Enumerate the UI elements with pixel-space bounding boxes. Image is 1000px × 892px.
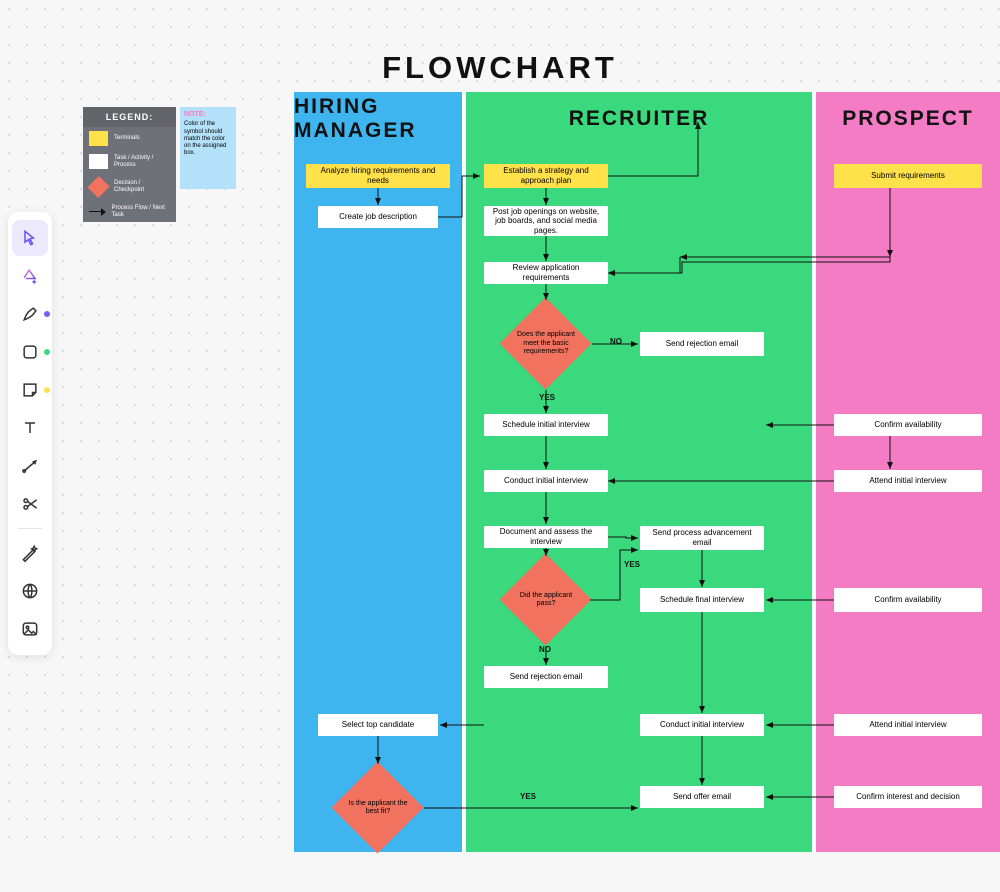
flowchart-title: FLOWCHART xyxy=(0,50,1000,86)
sticky-tool[interactable] xyxy=(12,372,48,408)
scissors-tool[interactable] xyxy=(12,486,48,522)
node-hm-selecttop[interactable]: Select top candidate xyxy=(318,714,438,736)
text-tool[interactable] xyxy=(12,410,48,446)
legend-title: LEGEND: xyxy=(83,107,176,127)
toolbar-divider xyxy=(18,528,42,529)
canvas[interactable]: FLOWCHART LEGEND: Terminals Task / Activ… xyxy=(0,0,1000,852)
label-no-1: NO xyxy=(610,337,622,346)
connector-tool[interactable] xyxy=(12,448,48,484)
label-no-2: NO xyxy=(539,645,551,654)
shape-color-dot xyxy=(44,349,50,355)
legend-decision: Decision / Checkpoint xyxy=(83,173,176,201)
node-rc-schedulefinal[interactable]: Schedule final interview xyxy=(640,588,764,612)
ai-tool[interactable] xyxy=(12,258,48,294)
sticky-color-dot xyxy=(44,387,50,393)
node-pr-confirm2[interactable]: Confirm availability xyxy=(834,588,982,612)
node-rc-reject1[interactable]: Send rejection email xyxy=(640,332,764,356)
note-title: NOTE: xyxy=(184,111,232,119)
magic-tool[interactable] xyxy=(12,535,48,571)
lane-header-rc: RECRUITER xyxy=(466,92,812,146)
node-pr-confirm1[interactable]: Confirm availability xyxy=(834,414,982,436)
node-pr-submit[interactable]: Submit requirements xyxy=(834,164,982,188)
note-sticky[interactable]: NOTE: Color of the symbol should match t… xyxy=(180,107,236,189)
node-rc-conduct2[interactable]: Conduct initial interview xyxy=(640,714,764,736)
node-hm-jobdesc[interactable]: Create job description xyxy=(318,206,438,228)
node-pr-attend1[interactable]: Attend initial interview xyxy=(834,470,982,492)
node-rc-decision-pass[interactable]: Did the applicant pass? xyxy=(500,554,592,646)
note-body: Color of the symbol should match the col… xyxy=(184,121,232,157)
pen-color-dot xyxy=(44,311,50,317)
label-yes-1: YES xyxy=(539,393,555,402)
node-rc-review[interactable]: Review application requirements xyxy=(484,262,608,284)
legend-task: Task / Activity / Process xyxy=(83,150,176,173)
node-rc-decision-basic[interactable]: Does the applicant meet the basic requir… xyxy=(500,298,592,390)
node-pr-decision[interactable]: Confirm interest and decision xyxy=(834,786,982,808)
image-tool[interactable] xyxy=(12,611,48,647)
label-yes-2: YES xyxy=(624,560,640,569)
lane-hiring-manager[interactable]: HIRING MANAGER Analyze hiring requiremen… xyxy=(294,92,462,852)
legend-flow: Process Flow / Next Task xyxy=(83,201,176,222)
node-pr-attend2[interactable]: Attend initial interview xyxy=(834,714,982,736)
node-hm-decision-bestfit[interactable]: Is the applicant the best fit? xyxy=(332,762,424,854)
swimlanes: HIRING MANAGER Analyze hiring requiremen… xyxy=(294,92,1000,852)
legend-panel[interactable]: LEGEND: Terminals Task / Activity / Proc… xyxy=(83,107,176,222)
node-rc-advancement[interactable]: Send process advancement email xyxy=(640,526,764,550)
toolbar xyxy=(8,212,52,655)
node-rc-strategy[interactable]: Establish a strategy and approach plan xyxy=(484,164,608,188)
lane-recruiter[interactable]: RECRUITER Establish a strategy and appro… xyxy=(466,92,812,852)
node-rc-reject2[interactable]: Send rejection email xyxy=(484,666,608,688)
node-rc-offer[interactable]: Send offer email xyxy=(640,786,764,808)
node-rc-schedule1[interactable]: Schedule initial interview xyxy=(484,414,608,436)
node-rc-conduct1[interactable]: Conduct initial interview xyxy=(484,470,608,492)
legend-terminals: Terminals xyxy=(83,127,176,150)
lane-prospect[interactable]: PROSPECT Submit requirements Confirm ava… xyxy=(816,92,1000,852)
node-hm-analyze[interactable]: Analyze hiring requirements and needs xyxy=(306,164,450,188)
node-rc-postjob[interactable]: Post job openings on website, job boards… xyxy=(484,206,608,236)
shape-tool[interactable] xyxy=(12,334,48,370)
pen-tool[interactable] xyxy=(12,296,48,332)
node-rc-document[interactable]: Document and assess the interview xyxy=(484,526,608,548)
lane-header-pr: PROSPECT xyxy=(816,92,1000,146)
label-yes-3: YES xyxy=(520,792,536,801)
select-tool[interactable] xyxy=(12,220,48,256)
web-tool[interactable] xyxy=(12,573,48,609)
lane-header-hm: HIRING MANAGER xyxy=(294,92,462,146)
